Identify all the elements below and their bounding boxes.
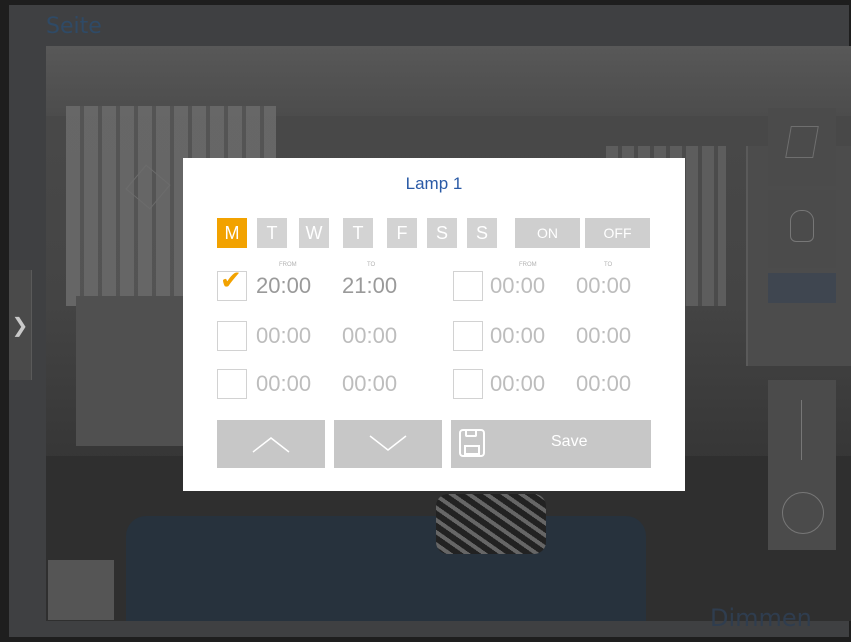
- time-to[interactable]: 00:00: [576, 323, 631, 349]
- save-button[interactable]: Save: [451, 420, 651, 468]
- bulb-icon: [790, 210, 814, 242]
- widget-tile[interactable]: [768, 190, 836, 268]
- slider-bar: [801, 400, 802, 460]
- lamp-icon: [785, 126, 819, 158]
- time-from[interactable]: 00:00: [490, 371, 545, 397]
- chevron-up-icon: [252, 437, 290, 453]
- widget-tile[interactable]: [768, 108, 836, 186]
- slot-checkbox[interactable]: [217, 369, 247, 399]
- page-title: Seite: [46, 14, 102, 39]
- dimmen-label: Dimmen: [710, 604, 812, 632]
- side-nav-tab[interactable]: ❯: [9, 270, 32, 380]
- day-saturday[interactable]: S: [427, 218, 457, 248]
- time-to[interactable]: 00:00: [576, 371, 631, 397]
- zebra-pillow: [436, 494, 546, 554]
- scroll-down-button[interactable]: [334, 420, 442, 468]
- time-from[interactable]: 00:00: [256, 371, 311, 397]
- widget-tile[interactable]: [768, 380, 836, 480]
- time-to[interactable]: 21:00: [342, 273, 397, 299]
- day-sunday[interactable]: S: [467, 218, 497, 248]
- time-from[interactable]: 20:00: [256, 273, 311, 299]
- time-to[interactable]: 00:00: [342, 371, 397, 397]
- thumbnail[interactable]: [48, 560, 114, 620]
- screen: Seite ❯ Dimmen Lamp 1 M T W T F S S ON O…: [0, 0, 851, 642]
- slot-checkbox[interactable]: [453, 321, 483, 351]
- slot-checkbox[interactable]: [453, 271, 483, 301]
- chevron-right-icon: ❯: [11, 313, 29, 337]
- to-label: TO: [604, 262, 613, 268]
- day-monday[interactable]: M: [217, 218, 247, 248]
- save-label: Save: [551, 433, 588, 450]
- widget-tile[interactable]: [768, 478, 836, 550]
- floppy-disk-icon: [459, 429, 485, 457]
- slot-checkbox[interactable]: [453, 369, 483, 399]
- slot-checkbox[interactable]: [217, 321, 247, 351]
- day-friday[interactable]: F: [387, 218, 417, 248]
- time-from[interactable]: 00:00: [490, 323, 545, 349]
- widget-tile[interactable]: [768, 273, 836, 303]
- day-wednesday[interactable]: W: [299, 218, 329, 248]
- sofa: [126, 516, 646, 621]
- on-button[interactable]: ON: [515, 218, 580, 248]
- scroll-up-button[interactable]: [217, 420, 325, 468]
- chevron-down-icon: [369, 435, 407, 451]
- timer-dialog: Lamp 1 M T W T F S S ON OFF FROM TO FROM…: [183, 158, 685, 491]
- time-to[interactable]: 00:00: [342, 323, 397, 349]
- day-thursday[interactable]: T: [343, 218, 373, 248]
- slot-checkbox[interactable]: ✔: [217, 266, 247, 301]
- from-label: FROM: [519, 262, 537, 268]
- time-from[interactable]: 00:00: [490, 273, 545, 299]
- dialog-title: Lamp 1: [405, 174, 463, 193]
- circle-icon: [782, 492, 824, 534]
- check-icon: ✔: [220, 266, 242, 296]
- off-button[interactable]: OFF: [585, 218, 650, 248]
- time-from[interactable]: 00:00: [256, 323, 311, 349]
- day-tuesday[interactable]: T: [257, 218, 287, 248]
- from-label: FROM: [279, 262, 297, 268]
- time-to[interactable]: 00:00: [576, 273, 631, 299]
- to-label: TO: [367, 262, 376, 268]
